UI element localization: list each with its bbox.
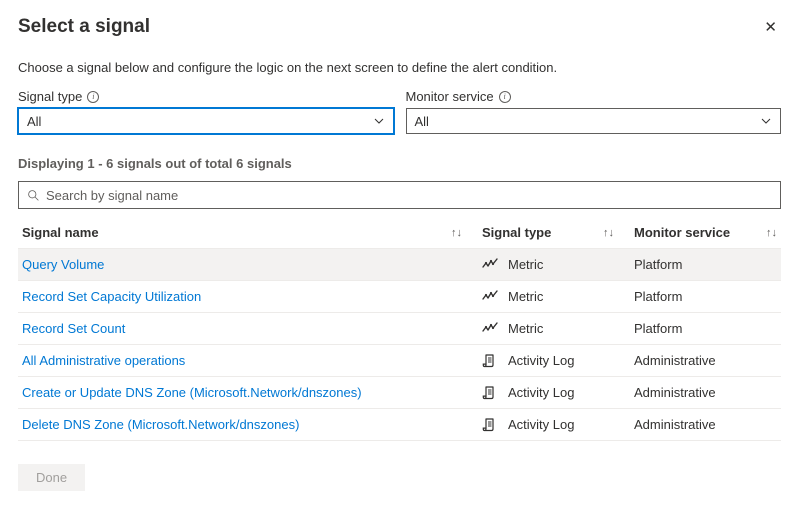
- monitor-service-value: Administrative: [634, 385, 716, 400]
- chevron-down-icon: [373, 115, 385, 127]
- signal-type-value: All: [27, 114, 41, 129]
- monitor-service-dropdown[interactable]: All: [406, 108, 782, 134]
- monitor-service-value: All: [415, 114, 429, 129]
- done-button[interactable]: Done: [18, 464, 85, 491]
- monitor-service-value: Administrative: [634, 417, 716, 432]
- activity-log-icon: [482, 417, 498, 433]
- monitor-service-label: Monitor service: [406, 89, 494, 104]
- signal-type-value: Metric: [508, 321, 543, 336]
- monitor-service-value: Platform: [634, 321, 682, 336]
- metric-icon: [482, 289, 498, 305]
- signal-type-value: Activity Log: [508, 385, 574, 400]
- table-row[interactable]: All Administrative operations Activity Lo…: [18, 345, 781, 377]
- monitor-service-value: Platform: [634, 289, 682, 304]
- close-button[interactable]: ✕: [760, 14, 781, 40]
- metric-icon: [482, 321, 498, 337]
- search-icon: [27, 189, 40, 202]
- signal-name-link[interactable]: Query Volume: [22, 257, 104, 272]
- activity-log-icon: [482, 385, 498, 401]
- table-row[interactable]: Record Set Count Metric Platform: [18, 313, 781, 345]
- result-count: Displaying 1 - 6 signals out of total 6 …: [18, 156, 781, 171]
- sort-icon: ↑↓: [603, 227, 614, 239]
- sort-icon: ↑↓: [766, 227, 777, 239]
- search-input[interactable]: [46, 188, 772, 203]
- activity-log-icon: [482, 353, 498, 369]
- signal-type-value: Metric: [508, 257, 543, 272]
- chevron-down-icon: [760, 115, 772, 127]
- table-row[interactable]: Create or Update DNS Zone (Microsoft.Net…: [18, 377, 781, 409]
- column-signal-type[interactable]: Signal type ↑↓: [482, 225, 634, 240]
- table-row[interactable]: Query Volume Metric Platform: [18, 249, 781, 281]
- signal-type-value: Activity Log: [508, 353, 574, 368]
- column-signal-name[interactable]: Signal name ↑↓: [22, 225, 482, 240]
- sort-icon: ↑↓: [451, 227, 462, 239]
- signal-type-dropdown[interactable]: All: [18, 108, 394, 134]
- info-icon[interactable]: i: [499, 91, 511, 103]
- signal-table: Signal name ↑↓ Signal type ↑↓ Monitor se…: [18, 217, 781, 441]
- signal-type-value: Activity Log: [508, 417, 574, 432]
- monitor-service-value: Platform: [634, 257, 682, 272]
- signal-type-value: Metric: [508, 289, 543, 304]
- page-title: Select a signal: [18, 16, 150, 38]
- info-icon[interactable]: i: [87, 91, 99, 103]
- metric-icon: [482, 257, 498, 273]
- table-row[interactable]: Record Set Capacity Utilization Metric Pla…: [18, 281, 781, 313]
- signal-name-link[interactable]: All Administrative operations: [22, 353, 185, 368]
- signal-name-link[interactable]: Record Set Capacity Utilization: [22, 289, 201, 304]
- monitor-service-value: Administrative: [634, 353, 716, 368]
- column-monitor-service[interactable]: Monitor service ↑↓: [634, 225, 777, 240]
- table-header: Signal name ↑↓ Signal type ↑↓ Monitor se…: [18, 217, 781, 249]
- table-row[interactable]: Delete DNS Zone (Microsoft.Network/dnszo…: [18, 409, 781, 441]
- page-description: Choose a signal below and configure the …: [18, 60, 781, 75]
- signal-type-label: Signal type: [18, 89, 82, 104]
- search-box[interactable]: [18, 181, 781, 209]
- signal-name-link[interactable]: Delete DNS Zone (Microsoft.Network/dnszo…: [22, 417, 299, 432]
- signal-name-link[interactable]: Record Set Count: [22, 321, 125, 336]
- signal-name-link[interactable]: Create or Update DNS Zone (Microsoft.Net…: [22, 385, 362, 400]
